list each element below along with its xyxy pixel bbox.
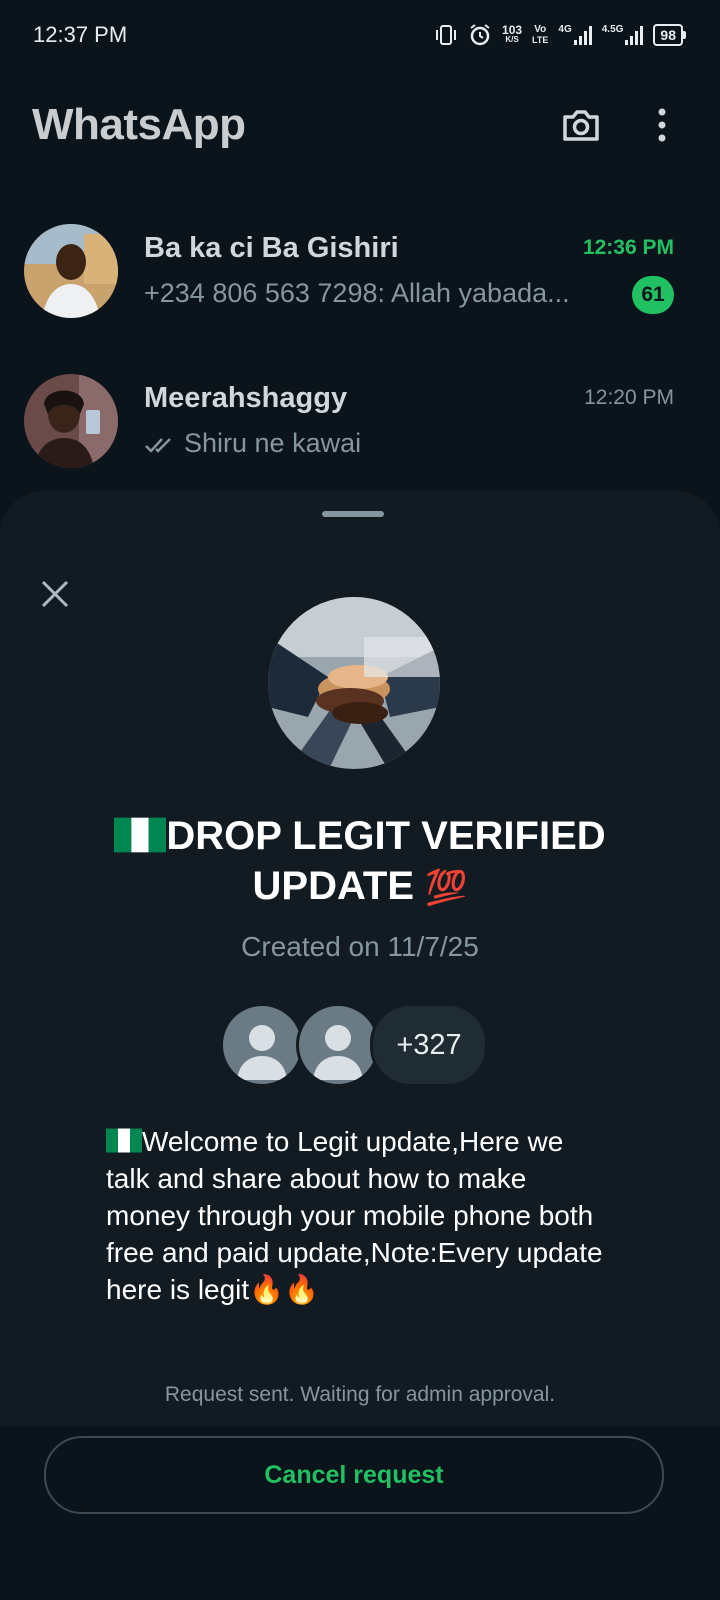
camera-button[interactable]: [559, 104, 603, 148]
group-description: Welcome to Legit update,Here we talk and…: [106, 1123, 606, 1308]
chat-preview: Shiru ne kawai: [184, 428, 362, 458]
status-bar: 12:37 PM 103 K/S Vo LTE 4G 4.5G 98: [0, 0, 720, 72]
chat-preview-row: Shiru ne kawai: [144, 428, 361, 459]
hundred-emoji: 💯: [425, 869, 468, 907]
double-check-icon: [145, 437, 171, 453]
signal-1: 4G: [558, 24, 592, 45]
signal-bars-icon: [625, 25, 644, 45]
chat-name: Ba ka ci Ba Gishiri: [144, 232, 399, 264]
volte-bottom: LTE: [532, 35, 549, 45]
nigeria-flag-icon: [114, 818, 167, 853]
volte-top: Vo: [534, 24, 547, 35]
default-avatar-icon: [237, 1025, 287, 1080]
signal-bars-icon: [573, 25, 592, 45]
more-options-button[interactable]: [650, 104, 674, 148]
chat-item[interactable]: Meerahshaggy 12:20 PM Shiru ne kawai: [0, 374, 720, 484]
status-icons: 103 K/S Vo LTE 4G 4.5G 98: [434, 20, 686, 50]
camera-icon: [563, 110, 599, 141]
net-speed-value: 103: [502, 23, 523, 37]
vibrate-icon: [436, 25, 457, 45]
default-avatar-icon: [313, 1025, 363, 1080]
group-photo: [268, 597, 440, 769]
group-title-line1: DROP LEGIT VERIFIED: [166, 814, 606, 858]
member-count-more: +327: [370, 1003, 488, 1087]
app-title: WhatsApp: [32, 100, 246, 149]
net-speed: 103 K/S: [502, 23, 523, 45]
cancel-request-button[interactable]: Cancel request: [44, 1436, 664, 1514]
drag-handle[interactable]: [322, 511, 384, 517]
member-avatar: [296, 1003, 380, 1087]
member-avatars[interactable]: +327: [220, 1003, 490, 1087]
network-type-2: 4.5G: [601, 24, 624, 35]
battery-level: 98: [653, 24, 683, 46]
signal-2: 4.5G: [602, 25, 644, 45]
chat-name: Meerahshaggy: [144, 382, 348, 414]
unread-badge: 61: [632, 276, 674, 314]
nigeria-flag-icon: [106, 1128, 142, 1153]
volte-indicator: Vo LTE: [532, 24, 549, 46]
description-text: Welcome to Legit update,Here we talk and…: [106, 1126, 603, 1305]
close-icon: [41, 580, 69, 608]
chat-time: 12:20 PM: [584, 386, 674, 409]
more-vertical-icon: [658, 108, 666, 142]
request-status-note: Request sent. Waiting for admin approval…: [164, 1383, 556, 1406]
group-title: DROP LEGIT VERIFIED UPDATE 💯: [60, 811, 660, 913]
network-type-1: 4G: [558, 24, 572, 35]
group-title-line2: UPDATE: [252, 864, 414, 908]
avatar: [24, 224, 118, 318]
status-time: 12:37 PM: [33, 22, 128, 47]
created-date: Created on 11/7/25: [241, 931, 479, 962]
chat-item[interactable]: Ba ka ci Ba Gishiri 12:36 PM +234 806 56…: [0, 224, 720, 334]
close-button[interactable]: [36, 575, 74, 613]
sheet-footer: Cancel request: [0, 1426, 720, 1600]
battery-icon: 98: [653, 24, 686, 46]
chat-preview: +234 806 563 7298: Allah yabada...: [144, 278, 570, 308]
alarm-icon: [470, 24, 490, 46]
member-avatar: [220, 1003, 304, 1087]
avatar: [24, 374, 118, 468]
fire-emoji: 🔥🔥: [249, 1274, 319, 1305]
chat-time: 12:36 PM: [582, 236, 674, 259]
